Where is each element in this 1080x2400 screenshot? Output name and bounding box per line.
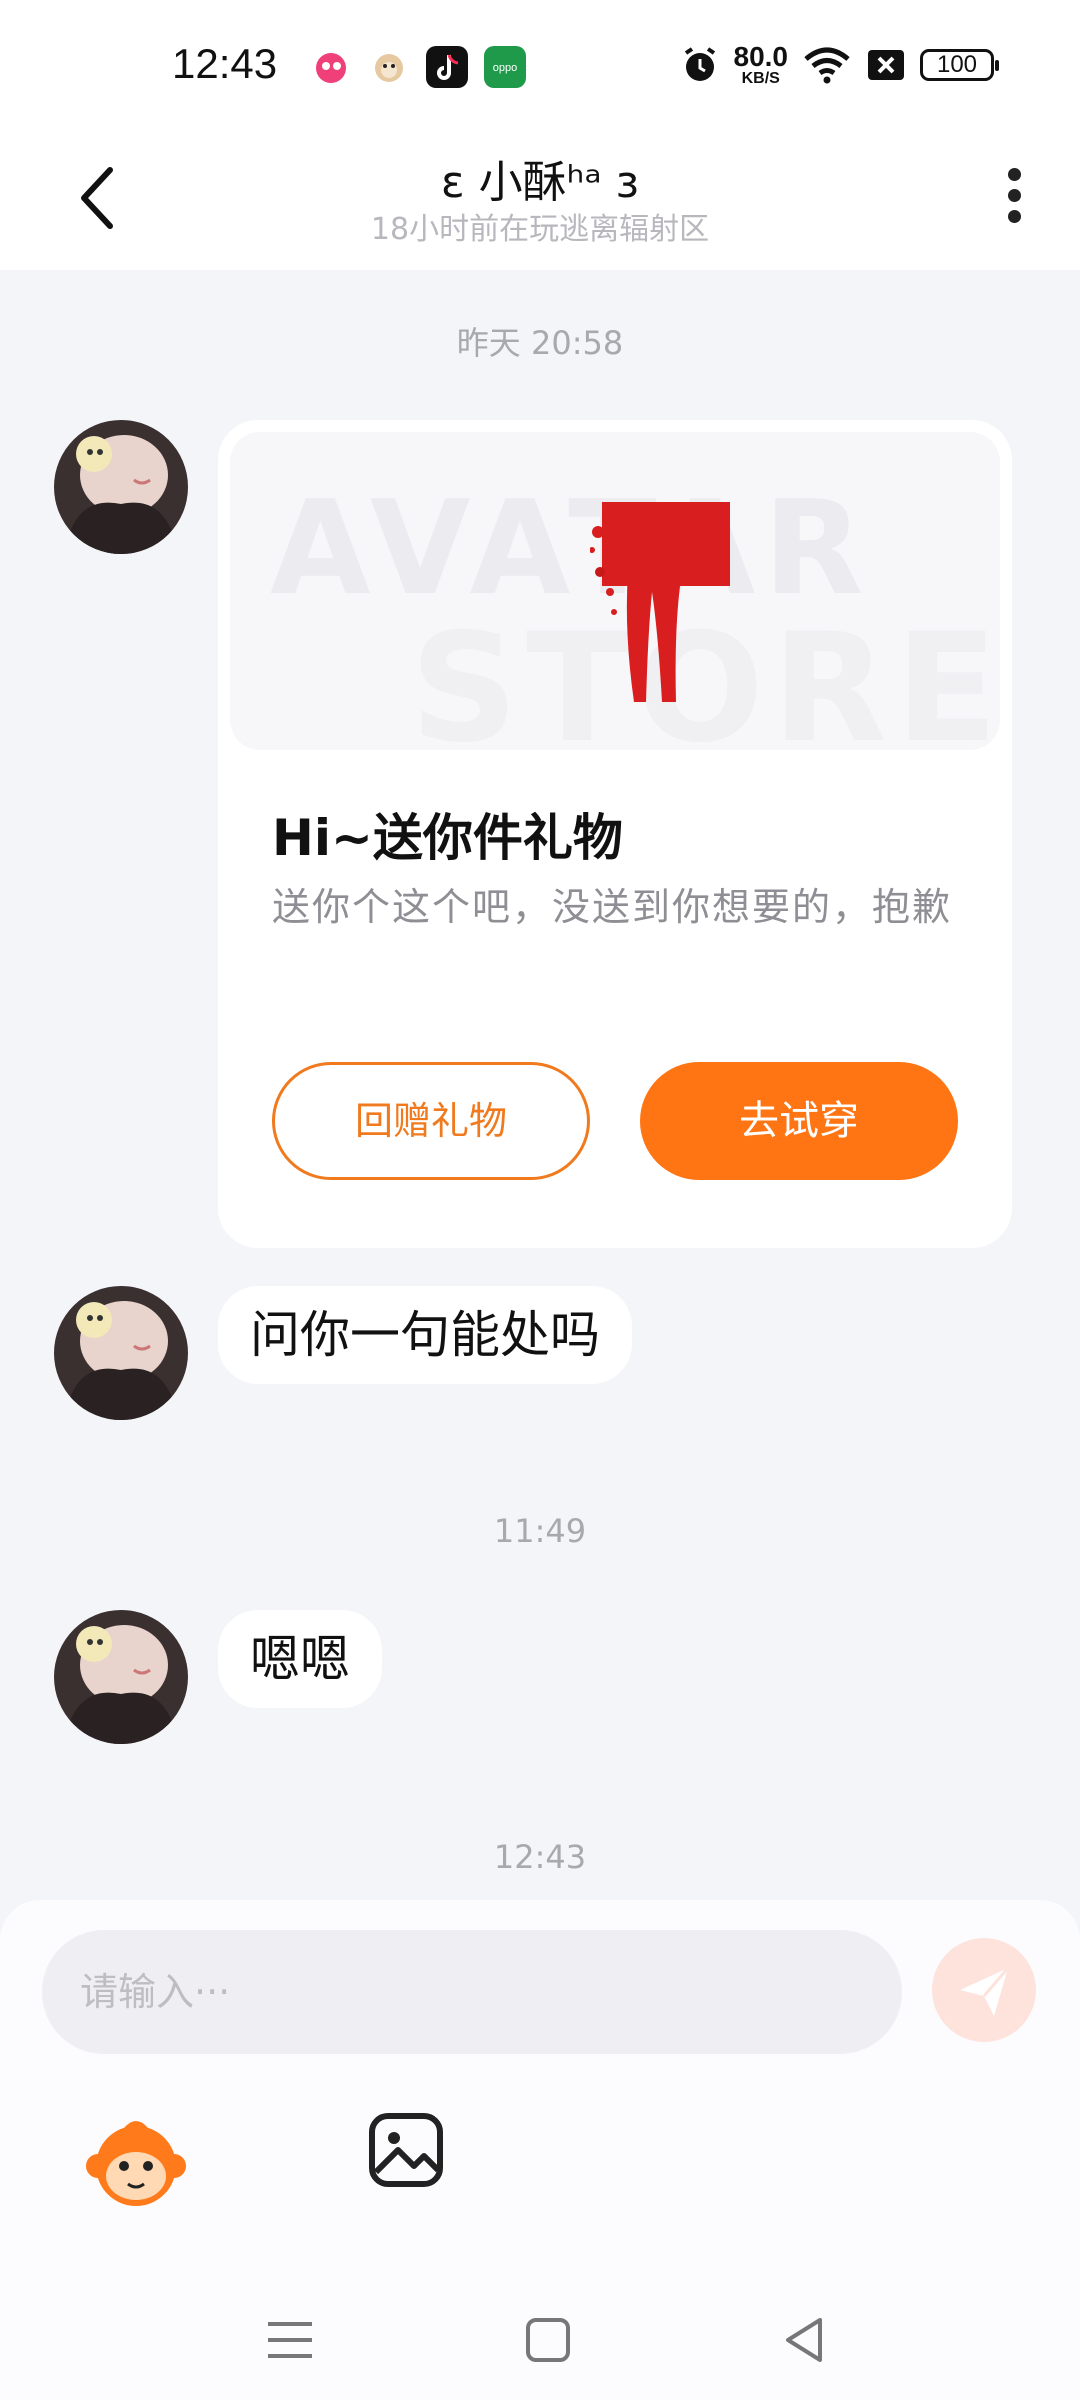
system-nav-bar xyxy=(0,2280,1080,2400)
oppo-store-icon: oppo xyxy=(484,46,526,88)
home-nav-button[interactable] xyxy=(518,2310,578,2370)
chat-header: ε 小酥ʰᵃ з 18小时前在玩逃离辐射区 xyxy=(0,130,1080,270)
message-input[interactable] xyxy=(42,1930,902,2054)
more-dot xyxy=(1007,168,1021,181)
app-icon-monkey xyxy=(368,46,410,88)
more-dot xyxy=(1007,189,1021,202)
gift-item-image xyxy=(590,502,730,702)
try-on-button[interactable]: 去试穿 xyxy=(640,1062,958,1180)
menu-icon xyxy=(268,2322,312,2358)
contact-status: 18小时前在玩逃离辐射区 xyxy=(370,212,710,247)
status-time: 12:43 xyxy=(172,40,278,87)
app-icon-pink xyxy=(310,46,352,88)
timestamp: 12:43 xyxy=(493,1838,587,1876)
message-bubble[interactable]: 嗯嗯 xyxy=(218,1610,382,1708)
back-nav-button[interactable] xyxy=(776,2310,836,2370)
gift-description: 送你个这个吧，没送到你想要的，抱歉 xyxy=(272,885,953,929)
emoji-button[interactable] xyxy=(84,2110,188,2214)
back-triangle-icon xyxy=(786,2318,822,2362)
tiktok-icon xyxy=(426,46,468,88)
timestamp: 昨天 20:58 xyxy=(456,324,624,362)
contact-name[interactable]: ε 小酥ʰᵃ з xyxy=(0,146,1080,210)
send-button[interactable] xyxy=(932,1938,1036,2042)
gift-title: Hi~送你件礼物 xyxy=(272,809,623,867)
wifi-icon xyxy=(804,47,850,84)
home-square-icon xyxy=(526,2318,570,2362)
monkey-emoji-icon xyxy=(86,2121,186,2206)
svg-text:oppo: oppo xyxy=(493,62,517,74)
sim-off-icon xyxy=(868,50,904,80)
gift-card[interactable]: AVATAR STORE Hi~送你件礼物 送你个这个吧，没送到你想要的，抱歉 … xyxy=(218,420,1012,1248)
image-icon xyxy=(369,2113,443,2187)
timestamp: 11:49 xyxy=(493,1512,587,1550)
more-dot xyxy=(1007,210,1021,223)
send-icon xyxy=(960,1967,1010,2016)
battery-icon: 100 xyxy=(920,49,999,81)
return-gift-button[interactable]: 回赠礼物 xyxy=(272,1062,590,1180)
menu-nav-button[interactable] xyxy=(260,2310,320,2370)
status-indicators: 80.0 KB/S 100 xyxy=(680,40,999,90)
message-bubble[interactable]: 问你一句能处吗 xyxy=(218,1286,632,1384)
alarm-icon xyxy=(684,47,715,81)
image-button[interactable] xyxy=(366,2110,446,2190)
avatar[interactable] xyxy=(54,1610,188,1744)
more-options-button[interactable] xyxy=(994,160,1034,240)
status-bar: 12:43 oppo 80.0 KB/S 100 xyxy=(0,0,1080,130)
avatar[interactable] xyxy=(54,420,188,554)
network-speed: 80.0 KB/S xyxy=(733,41,789,87)
avatar[interactable] xyxy=(54,1286,188,1420)
gift-image: AVATAR STORE xyxy=(230,432,1000,750)
